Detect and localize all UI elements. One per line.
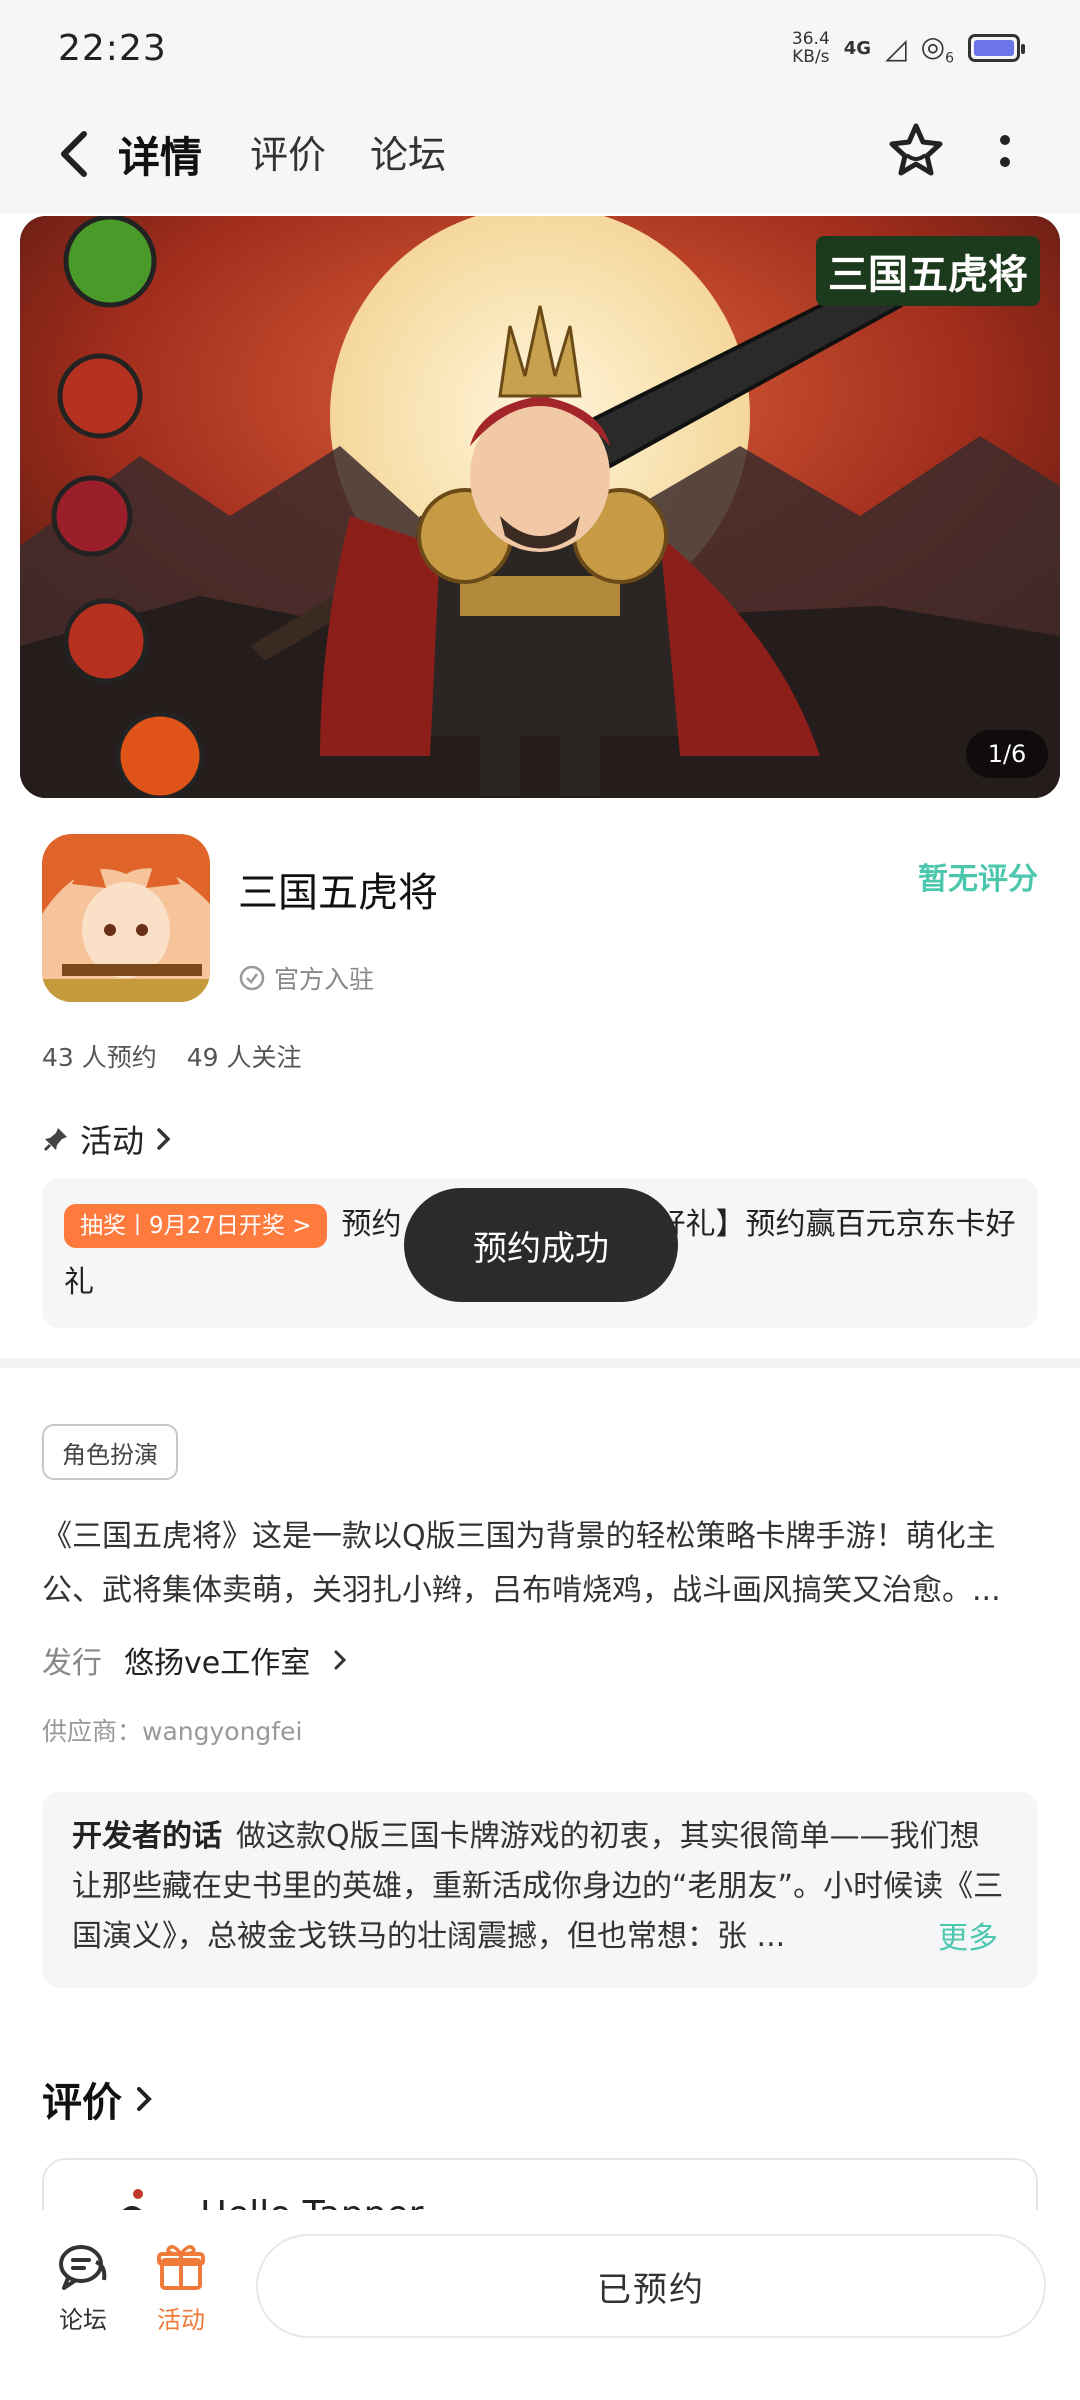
game-description[interactable]: 《三国五虎将》这是一款以Q版三国为背景的轻松策略卡牌手游！萌化主公、武将集体卖萌…	[42, 1510, 1038, 1618]
forum-icon	[59, 2245, 107, 2290]
cellular-signal-icon: ◿	[885, 31, 907, 65]
game-stats: 43 人预约 49 人关注	[42, 1038, 302, 1074]
chevron-right-icon	[137, 2087, 152, 2111]
reviews-section-header[interactable]: 评价	[42, 2070, 156, 2128]
banner-logo-text: 三国五虎将	[816, 236, 1040, 306]
official-badge: 官方入驻	[238, 960, 374, 996]
follower-count: 49 人关注	[186, 1043, 302, 1072]
publisher-name: 悠扬ve工作室	[124, 1646, 311, 1681]
developer-note-label: 开发者的话	[72, 1819, 222, 1854]
status-time: 22:23	[58, 28, 167, 69]
activity-section-header[interactable]: 活动	[42, 1116, 174, 1162]
back-icon[interactable]	[50, 126, 100, 182]
toast-message: 预约成功	[404, 1188, 678, 1302]
game-icon	[42, 834, 210, 1002]
tab-details[interactable]: 详情	[114, 124, 207, 185]
status-indicators: 36.4 KB/s 4G ◿ ◎6	[791, 29, 1025, 68]
genre-tag[interactable]: 角色扮演	[42, 1424, 178, 1480]
developer-note-card[interactable]: 开发者的话 做这款Q版三国卡牌游戏的初衷，其实很简单——我们想让那些藏在史书里的英…	[42, 1792, 1038, 1988]
tab-forum[interactable]: 论坛	[370, 124, 446, 179]
supplier-info: 供应商：wangyongfei	[42, 1717, 303, 1746]
bottom-forum-button[interactable]: 论坛	[38, 2240, 128, 2335]
activity-text-start: 预约	[341, 1207, 402, 1242]
tab-reviews[interactable]: 评价	[250, 124, 326, 179]
publisher-label: 发行	[42, 1646, 102, 1681]
gift-icon	[157, 2245, 205, 2290]
status-bar: 22:23 36.4 KB/s 4G ◿ ◎6	[0, 0, 1080, 96]
reserved-button[interactable]: 已预约	[256, 2234, 1046, 2338]
star-icon[interactable]	[886, 120, 946, 180]
wifi-signal-icon: ◎6	[920, 30, 954, 67]
chevron-right-icon	[157, 1128, 171, 1150]
game-title: 三国五虎将	[238, 870, 438, 916]
reservation-count: 43 人预约	[42, 1043, 157, 1072]
pin-icon	[43, 1128, 67, 1152]
lottery-badge: 抽奖丨9月27日开奖 >	[64, 1203, 328, 1248]
battery-icon	[968, 34, 1025, 63]
chevron-right-icon	[334, 1650, 347, 1670]
more-link[interactable]: 更多	[928, 1914, 998, 1964]
network-type: 4G	[843, 37, 872, 59]
bottom-activity-button[interactable]: 活动	[136, 2240, 226, 2335]
bottom-action-bar: 论坛 活动 已预约	[0, 2210, 1080, 2400]
section-divider	[0, 1358, 1080, 1368]
top-nav-bar: 详情 评价 论坛	[0, 96, 1080, 214]
publisher-row[interactable]: 发行 悠扬ve工作室	[42, 1638, 348, 1682]
check-circle-icon	[239, 965, 265, 991]
carousel-counter: 1/6	[966, 730, 1048, 778]
more-icon[interactable]	[990, 128, 1020, 178]
rating-label: 暂无评分	[918, 862, 1038, 897]
network-speed: 36.4 KB/s	[791, 29, 830, 68]
screenshot-carousel[interactable]: 三国五虎将 1/6	[20, 216, 1060, 798]
